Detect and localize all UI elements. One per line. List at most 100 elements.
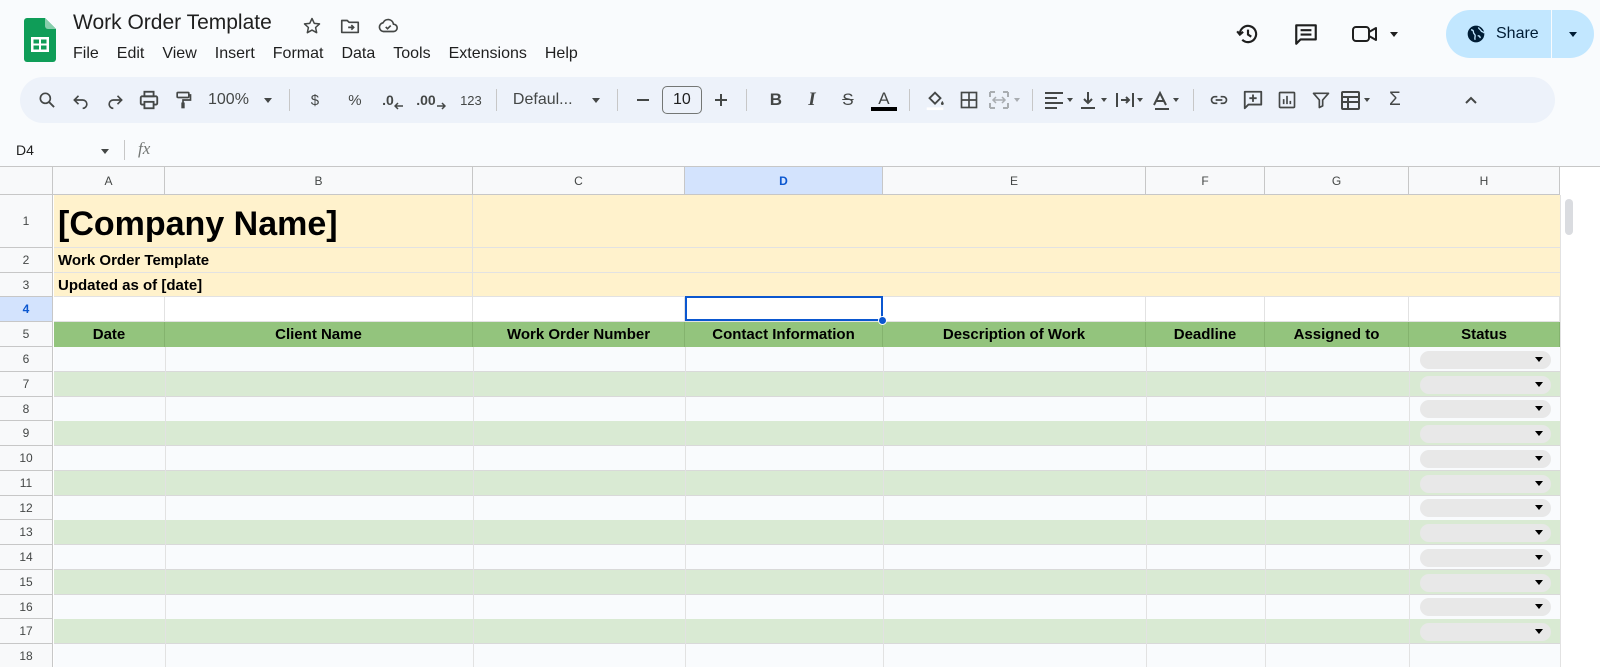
column-header-e[interactable]: E: [883, 167, 1146, 195]
borders-icon[interactable]: [954, 84, 984, 116]
chevron-down-icon[interactable]: [100, 146, 110, 156]
functions-button[interactable]: Σ: [1380, 84, 1410, 116]
print-icon[interactable]: [134, 84, 164, 116]
document-title[interactable]: Work Order Template: [73, 11, 272, 35]
table-row[interactable]: [54, 372, 1560, 397]
status-dropdown[interactable]: [1420, 400, 1551, 418]
status-dropdown[interactable]: [1420, 574, 1551, 592]
cell-f4[interactable]: [1146, 297, 1265, 322]
row-header-14[interactable]: 14: [0, 545, 53, 570]
table-row[interactable]: [54, 347, 1560, 372]
menu-data[interactable]: Data: [332, 42, 384, 66]
column-header-c[interactable]: C: [473, 167, 685, 195]
share-button[interactable]: Share: [1446, 10, 1594, 58]
menu-view[interactable]: View: [153, 42, 205, 66]
increase-decimal-button[interactable]: .00: [416, 84, 446, 116]
table-row[interactable]: [54, 397, 1560, 422]
cloud-saved-icon[interactable]: [376, 14, 400, 38]
row-header-9[interactable]: 9: [0, 421, 53, 446]
row-header-2[interactable]: 2: [0, 248, 53, 273]
increase-font-size-icon[interactable]: [706, 84, 736, 116]
column-header-f[interactable]: F: [1146, 167, 1265, 195]
column-header-a[interactable]: A: [53, 167, 165, 195]
row-header-8[interactable]: 8: [0, 397, 53, 421]
name-box[interactable]: D4: [16, 142, 34, 158]
cell-c2[interactable]: [473, 248, 1560, 273]
active-cell-selection[interactable]: [685, 296, 883, 321]
header-client-name[interactable]: Client Name: [165, 322, 473, 347]
fill-handle[interactable]: [878, 316, 887, 325]
header-status[interactable]: Status: [1409, 322, 1560, 347]
filter-views-icon[interactable]: [1340, 84, 1374, 116]
table-row[interactable]: [54, 520, 1560, 545]
text-wrapping-icon[interactable]: [1115, 84, 1147, 116]
row-header-10[interactable]: 10: [0, 446, 53, 471]
table-row[interactable]: [54, 421, 1560, 446]
zoom-select[interactable]: 100%: [202, 84, 279, 116]
share-dropdown[interactable]: [1552, 29, 1594, 39]
status-dropdown[interactable]: [1420, 425, 1551, 443]
percent-format-button[interactable]: %: [340, 84, 370, 116]
comments-icon[interactable]: [1286, 14, 1326, 54]
column-header-d[interactable]: D: [685, 167, 883, 195]
font-select[interactable]: Defaul...: [507, 84, 607, 116]
status-dropdown[interactable]: [1420, 351, 1551, 369]
menu-insert[interactable]: Insert: [206, 42, 264, 66]
collapse-toolbar-icon[interactable]: [1456, 84, 1486, 116]
row-header-3[interactable]: 3: [0, 273, 53, 297]
sheet-grid[interactable]: A B C D E F G H 1 2 3 4 5 6 7 8 9 10 11 …: [0, 166, 1600, 667]
header-description-of-work[interactable]: Description of Work: [883, 322, 1146, 347]
header-work-order-number[interactable]: Work Order Number: [473, 322, 685, 347]
menu-file[interactable]: File: [64, 42, 108, 66]
share-main[interactable]: Share: [1446, 10, 1552, 58]
sheets-logo-icon[interactable]: [24, 18, 56, 62]
cell-c4[interactable]: [473, 297, 685, 322]
currency-format-button[interactable]: $: [300, 84, 330, 116]
row-header-1[interactable]: 1: [0, 195, 53, 248]
vertical-scrollbar[interactable]: [1560, 195, 1600, 667]
status-dropdown[interactable]: [1420, 524, 1551, 542]
vertical-align-icon[interactable]: [1079, 84, 1111, 116]
text-color-button[interactable]: A: [869, 84, 899, 116]
row-header-6[interactable]: 6: [0, 347, 53, 372]
select-all-corner[interactable]: [0, 167, 53, 195]
insert-comment-icon[interactable]: [1238, 84, 1268, 116]
table-row[interactable]: [54, 496, 1560, 521]
cell-c1[interactable]: [473, 195, 1560, 248]
status-dropdown[interactable]: [1420, 499, 1551, 517]
header-assigned-to[interactable]: Assigned to: [1265, 322, 1409, 347]
horizontal-align-icon[interactable]: [1043, 84, 1075, 116]
table-row[interactable]: [54, 471, 1560, 496]
undo-icon[interactable]: [66, 84, 96, 116]
more-formats-button[interactable]: 123: [456, 84, 486, 116]
merge-cells-icon[interactable]: [988, 84, 1022, 116]
insert-chart-icon[interactable]: [1272, 84, 1302, 116]
meet-video-icon[interactable]: [1344, 14, 1406, 54]
column-header-g[interactable]: G: [1265, 167, 1409, 195]
table-row[interactable]: [54, 644, 1560, 667]
text-rotation-icon[interactable]: [1151, 84, 1183, 116]
cell-b4[interactable]: [165, 297, 473, 322]
cell-e4[interactable]: [883, 297, 1146, 322]
column-header-b[interactable]: B: [165, 167, 473, 195]
header-date[interactable]: Date: [54, 322, 165, 347]
insert-link-icon[interactable]: [1204, 84, 1234, 116]
table-row[interactable]: [54, 446, 1560, 471]
move-to-folder-icon[interactable]: [338, 14, 362, 38]
row-header-15[interactable]: 15: [0, 570, 53, 595]
status-dropdown[interactable]: [1420, 450, 1551, 468]
row-header-17[interactable]: 17: [0, 619, 53, 644]
row-header-5[interactable]: 5: [0, 322, 53, 347]
status-dropdown[interactable]: [1420, 376, 1551, 394]
column-header-h[interactable]: H: [1409, 167, 1560, 195]
fill-color-icon[interactable]: [920, 84, 950, 116]
menu-format[interactable]: Format: [264, 42, 333, 66]
status-dropdown[interactable]: [1420, 598, 1551, 616]
decrease-font-size-icon[interactable]: [628, 84, 658, 116]
menu-edit[interactable]: Edit: [108, 42, 154, 66]
star-icon[interactable]: [300, 14, 324, 38]
menu-help[interactable]: Help: [536, 42, 587, 66]
scrollbar-thumb[interactable]: [1565, 199, 1573, 235]
row-header-11[interactable]: 11: [0, 471, 53, 496]
status-dropdown[interactable]: [1420, 623, 1551, 641]
